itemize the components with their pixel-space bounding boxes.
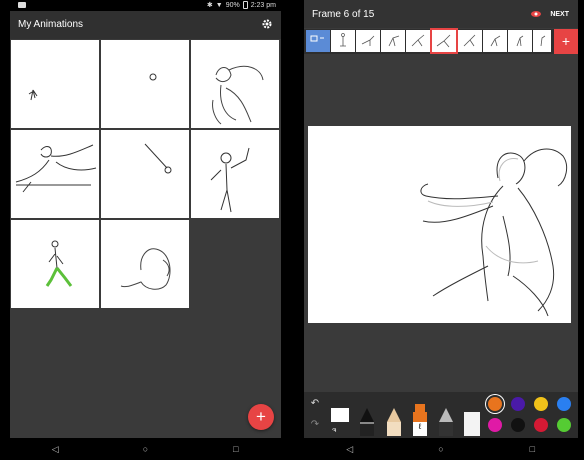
eye-icon[interactable] — [531, 10, 541, 18]
status-bar: ✱ ▼ 90% 2:23 pm — [10, 0, 282, 11]
home-icon[interactable]: ○ — [431, 444, 451, 454]
color-swatch-magenta[interactable] — [488, 418, 502, 432]
frame-thumbnail[interactable] — [356, 30, 380, 52]
add-frame-button[interactable]: + — [554, 29, 578, 54]
color-swatch-blue[interactable] — [557, 397, 571, 411]
brush-tool[interactable] — [436, 402, 456, 438]
page-title: My Animations — [18, 19, 84, 30]
left-screen: ✱ ▼ 90% 2:23 pm My Animations + ◁ ○ □ — [0, 0, 291, 460]
animation-thumbnail[interactable] — [191, 130, 279, 218]
eraser-tool[interactable]: ຈ — [330, 402, 350, 438]
animation-thumbnail[interactable] — [101, 130, 189, 218]
frame-thumbnail[interactable] — [508, 30, 532, 52]
next-button[interactable]: NEXT — [550, 11, 569, 18]
color-swatch-green[interactable] — [557, 418, 571, 432]
frame-strip: + — [304, 28, 578, 54]
recents-icon[interactable]: □ — [522, 444, 542, 454]
editor-app-bar: Frame 6 of 15 NEXT — [304, 0, 578, 28]
pencil-tool[interactable] — [384, 402, 404, 438]
battery-percent: 90% — [225, 1, 240, 9]
marker-tool[interactable] — [357, 402, 377, 438]
color-swatch-red[interactable] — [534, 418, 548, 432]
notification-icon — [18, 2, 26, 8]
status-icons: ✱ ▼ 90% 2:23 pm — [207, 1, 276, 9]
back-icon[interactable]: ◁ — [45, 444, 65, 455]
add-animation-button[interactable]: + — [248, 404, 274, 430]
frame-thumbnail[interactable] — [483, 30, 507, 52]
nav-bar: ◁ ○ □ — [304, 438, 578, 460]
color-swatch-yellow[interactable] — [534, 397, 548, 411]
tool-bar: ↶ ↷ ຈ ℓ — [304, 392, 578, 438]
frame-thumbnail-selected[interactable] — [430, 28, 458, 54]
wifi-icon: ▼ — [215, 1, 223, 9]
home-icon[interactable]: ○ — [135, 444, 155, 454]
animation-thumbnail[interactable] — [11, 220, 99, 308]
back-icon[interactable]: ◁ — [340, 444, 360, 455]
animation-thumbnail[interactable] — [101, 40, 189, 128]
fill-tool[interactable] — [462, 402, 482, 438]
undo-icon[interactable]: ↶ — [308, 398, 322, 409]
nav-bar: ◁ ○ □ — [10, 438, 281, 460]
battery-icon — [242, 1, 248, 9]
frame-counter: Frame 6 of 15 — [312, 9, 375, 20]
clock: 2:23 pm — [250, 1, 276, 9]
frame-thumbnail[interactable] — [533, 30, 551, 52]
frame-thumbnail[interactable] — [306, 30, 330, 52]
frame-thumbnail[interactable] — [458, 30, 482, 52]
color-swatch-black[interactable] — [511, 418, 525, 432]
editor-app: Frame 6 of 15 NEXT + ↶ ↷ ຈ ℓ — [304, 0, 578, 438]
frame-thumbnail[interactable] — [381, 30, 405, 52]
animation-thumbnail[interactable] — [191, 40, 279, 128]
color-swatch-purple[interactable] — [511, 397, 525, 411]
color-swatch-orange[interactable] — [488, 397, 502, 411]
animation-thumbnail[interactable] — [11, 40, 99, 128]
animation-thumbnail[interactable] — [101, 220, 189, 308]
frame-thumbnail[interactable] — [331, 30, 355, 52]
animation-thumbnail[interactable] — [11, 130, 99, 218]
gear-icon[interactable] — [261, 18, 273, 30]
frame-thumbnail[interactable] — [406, 30, 430, 52]
recents-icon[interactable]: □ — [226, 444, 246, 454]
animations-app: My Animations + — [10, 11, 281, 438]
right-screen: Frame 6 of 15 NEXT + ↶ ↷ ຈ ℓ ◁ ○ □ — [293, 0, 584, 460]
app-bar: My Animations — [10, 11, 281, 39]
bluetooth-icon: ✱ — [206, 2, 213, 9]
highlighter-tool[interactable]: ℓ — [410, 402, 430, 438]
drawing-canvas[interactable] — [308, 126, 571, 323]
redo-icon[interactable]: ↷ — [308, 419, 322, 430]
